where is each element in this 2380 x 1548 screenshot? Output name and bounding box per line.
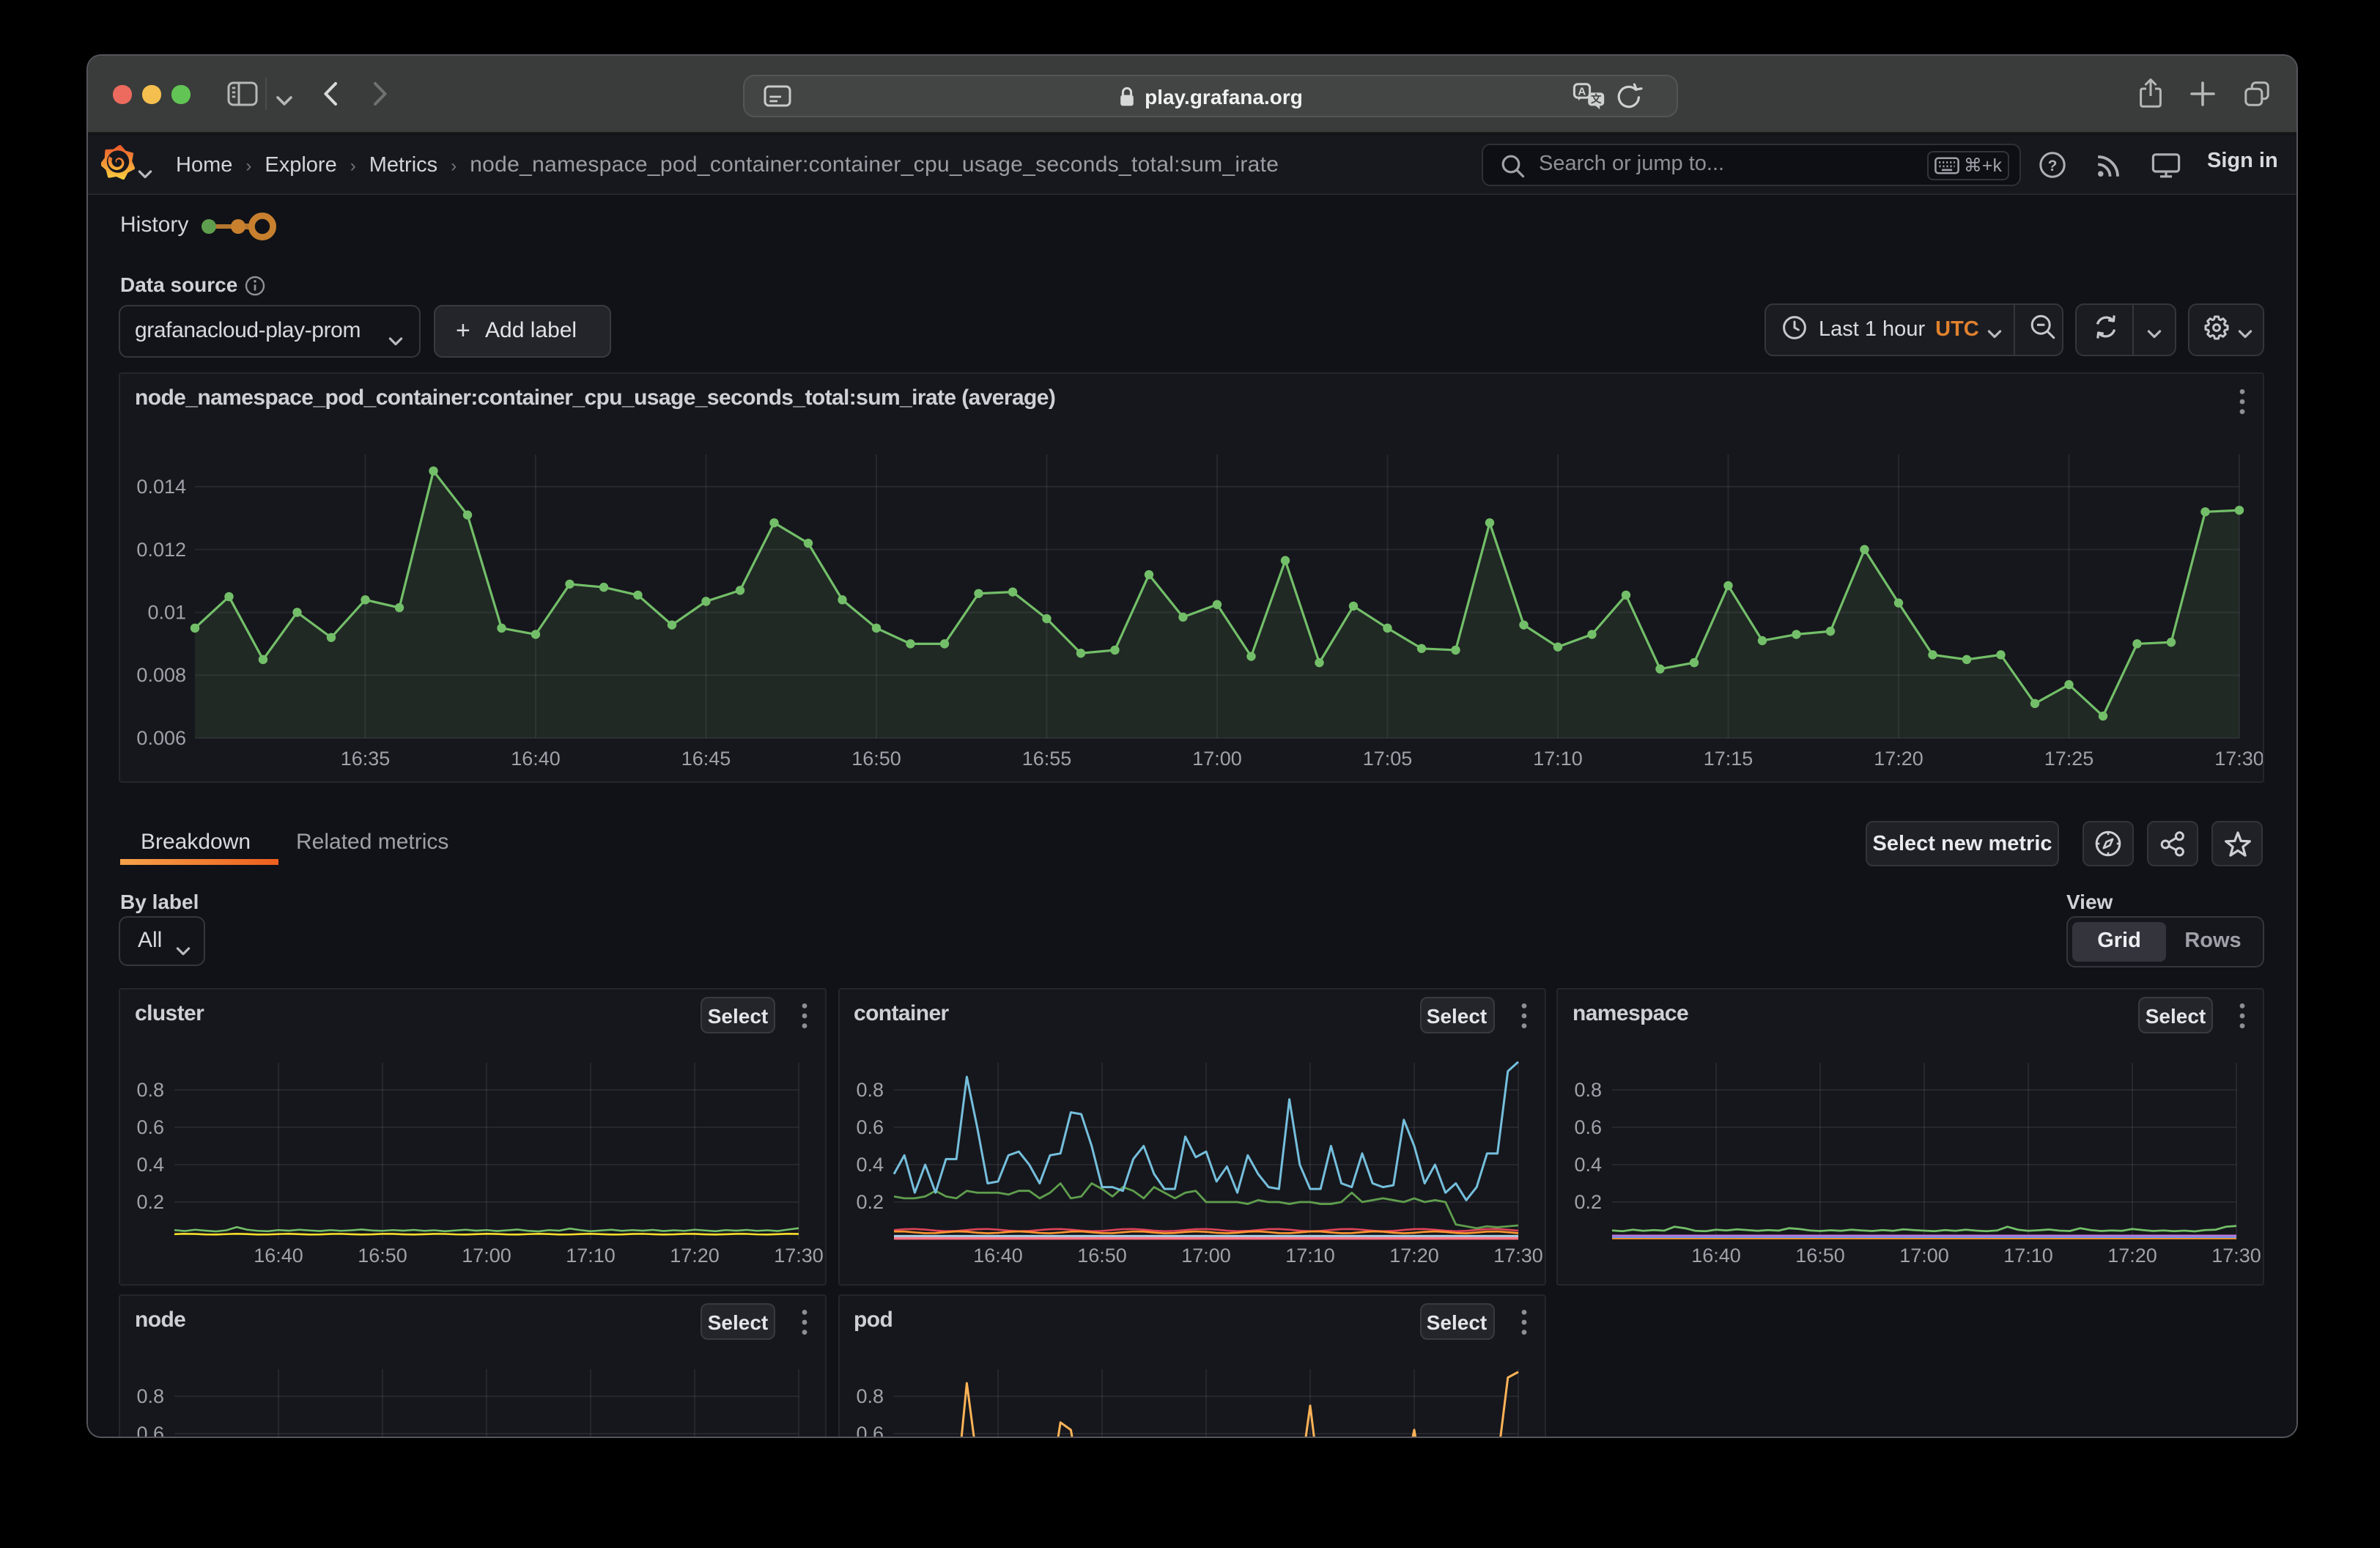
svg-text:A: A — [1578, 84, 1586, 97]
svg-text:0.8: 0.8 — [136, 1079, 164, 1101]
svg-text:0.2: 0.2 — [136, 1191, 164, 1213]
svg-text:17:30: 17:30 — [1493, 1245, 1542, 1267]
svg-text:17:15: 17:15 — [1704, 748, 1753, 770]
svg-text:17:10: 17:10 — [1533, 748, 1583, 770]
svg-text:0.2: 0.2 — [1574, 1191, 1602, 1213]
svg-text:0.8: 0.8 — [1574, 1079, 1602, 1101]
svg-text:17:30: 17:30 — [2214, 748, 2264, 770]
svg-text:0.6: 0.6 — [136, 1423, 164, 1438]
svg-text:0.8: 0.8 — [855, 1079, 883, 1101]
svg-text:16:50: 16:50 — [1795, 1245, 1845, 1267]
svg-text:17:05: 17:05 — [1363, 748, 1413, 770]
svg-text:17:20: 17:20 — [1389, 1245, 1438, 1267]
svg-text:16:50: 16:50 — [1076, 1245, 1126, 1267]
svg-text:0.4: 0.4 — [136, 1154, 164, 1176]
svg-text:0.6: 0.6 — [136, 1116, 164, 1138]
svg-text:17:00: 17:00 — [1899, 1245, 1949, 1267]
svg-text:?: ? — [2048, 158, 2058, 174]
svg-text:17:20: 17:20 — [1874, 748, 1923, 770]
svg-text:0.6: 0.6 — [855, 1116, 883, 1138]
svg-text:0.014: 0.014 — [136, 476, 186, 498]
svg-text:0.6: 0.6 — [855, 1423, 883, 1438]
svg-text:16:55: 16:55 — [1022, 748, 1072, 770]
svg-text:17:25: 17:25 — [2044, 748, 2094, 770]
svg-text:0.01: 0.01 — [147, 602, 186, 624]
svg-text:0.4: 0.4 — [855, 1154, 883, 1176]
svg-text:0.8: 0.8 — [855, 1385, 883, 1407]
svg-text:16:40: 16:40 — [254, 1245, 303, 1267]
svg-text:17:10: 17:10 — [2003, 1245, 2053, 1267]
svg-text:17:10: 17:10 — [1285, 1245, 1334, 1267]
svg-text:0.6: 0.6 — [1574, 1116, 1602, 1138]
svg-text:17:00: 17:00 — [1180, 1245, 1230, 1267]
svg-text:17:20: 17:20 — [670, 1245, 720, 1267]
svg-text:16:40: 16:40 — [511, 748, 561, 770]
svg-text:17:30: 17:30 — [2211, 1245, 2261, 1267]
svg-text:16:35: 16:35 — [341, 748, 391, 770]
svg-text:17:10: 17:10 — [566, 1245, 616, 1267]
svg-text:0.012: 0.012 — [136, 539, 186, 561]
svg-text:0.8: 0.8 — [136, 1385, 164, 1407]
svg-text:17:00: 17:00 — [462, 1245, 511, 1267]
svg-text:16:50: 16:50 — [851, 748, 901, 770]
svg-text:17:30: 17:30 — [774, 1245, 824, 1267]
svg-text:文: 文 — [1591, 92, 1602, 105]
svg-text:16:50: 16:50 — [358, 1245, 407, 1267]
svg-text:17:20: 17:20 — [2107, 1245, 2157, 1267]
svg-text:16:45: 16:45 — [681, 748, 731, 770]
svg-text:0.2: 0.2 — [855, 1191, 883, 1213]
svg-text:17:00: 17:00 — [1192, 748, 1242, 770]
svg-text:0.008: 0.008 — [136, 664, 186, 686]
svg-text:0.4: 0.4 — [1574, 1154, 1602, 1176]
svg-text:16:40: 16:40 — [1691, 1245, 1741, 1267]
svg-text:0.006: 0.006 — [136, 727, 186, 749]
svg-text:16:40: 16:40 — [972, 1245, 1022, 1267]
